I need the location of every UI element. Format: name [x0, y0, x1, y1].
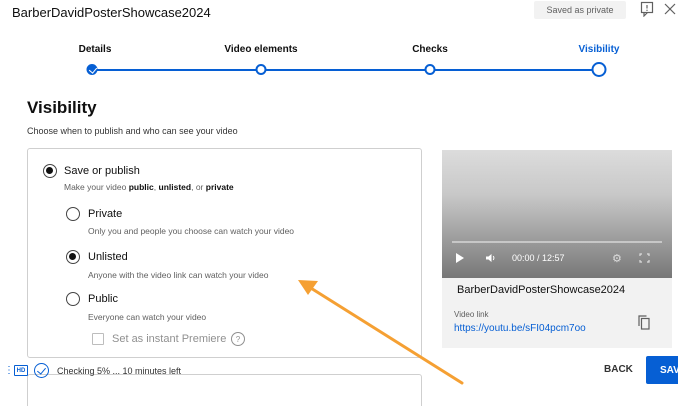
unlisted-description: Anyone with the video link can watch you…: [88, 270, 269, 280]
video-link[interactable]: https://youtu.be/sFI04pcm7oo: [454, 323, 586, 334]
upload-status-text: Checking 5% ... 10 minutes left: [57, 366, 182, 376]
step-visibility-dot[interactable]: [591, 62, 607, 77]
back-button[interactable]: BACK: [604, 364, 633, 375]
step-video-elements-label[interactable]: Video elements: [224, 44, 297, 55]
preview-video-name: BarberDavidPosterShowcase2024: [457, 284, 626, 296]
feedback-icon[interactable]: [640, 1, 654, 17]
volume-icon[interactable]: [485, 253, 497, 263]
stepper-progress-line: [95, 69, 599, 71]
save-or-publish-label[interactable]: Save or publish: [64, 165, 140, 177]
gear-icon[interactable]: ⚙: [612, 252, 622, 265]
private-radio[interactable]: [66, 207, 80, 221]
public-description: Everyone can watch your video: [88, 312, 207, 322]
instant-premiere-checkbox[interactable]: [92, 333, 104, 345]
private-label[interactable]: Private: [88, 208, 122, 220]
video-title: BarberDavidPosterShowcase2024: [12, 5, 211, 20]
help-icon[interactable]: ?: [231, 332, 245, 346]
unlisted-label[interactable]: Unlisted: [88, 251, 128, 263]
save-or-publish-card: [27, 148, 422, 358]
video-link-label: Video link: [454, 310, 489, 319]
step-visibility-label[interactable]: Visibility: [579, 44, 620, 55]
schedule-card[interactable]: [27, 374, 422, 406]
step-details-label[interactable]: Details: [79, 44, 112, 55]
fullscreen-icon[interactable]: [639, 253, 650, 263]
step-checks-label[interactable]: Checks: [412, 44, 448, 55]
hd-icon: HD: [14, 365, 28, 376]
save-or-publish-radio[interactable]: [43, 164, 57, 178]
unlisted-radio[interactable]: [66, 250, 80, 264]
step-video-elements-dot[interactable]: [255, 64, 267, 75]
step-checks-dot[interactable]: [424, 64, 436, 75]
video-progress-bar[interactable]: [452, 241, 662, 243]
video-time: 00:00 / 12:57: [512, 253, 565, 263]
check-status-icon: [34, 363, 49, 378]
visibility-heading: Visibility: [27, 98, 97, 117]
save-button[interactable]: SAVE: [646, 356, 678, 384]
save-or-publish-description: Make your video public, unlisted, or pri…: [64, 182, 234, 192]
close-icon[interactable]: [663, 2, 677, 16]
step-details-check-icon[interactable]: [86, 64, 98, 75]
instant-premiere-label[interactable]: Set as instant Premiere: [112, 333, 226, 345]
copy-icon[interactable]: [638, 315, 650, 330]
expand-handle-icon[interactable]: ⋮: [4, 365, 14, 377]
public-radio[interactable]: [66, 292, 80, 306]
public-label[interactable]: Public: [88, 293, 118, 305]
visibility-subheading: Choose when to publish and who can see y…: [27, 126, 238, 136]
play-icon[interactable]: [456, 253, 464, 263]
saved-status-badge: Saved as private: [534, 1, 626, 19]
private-description: Only you and people you choose can watch…: [88, 226, 295, 236]
